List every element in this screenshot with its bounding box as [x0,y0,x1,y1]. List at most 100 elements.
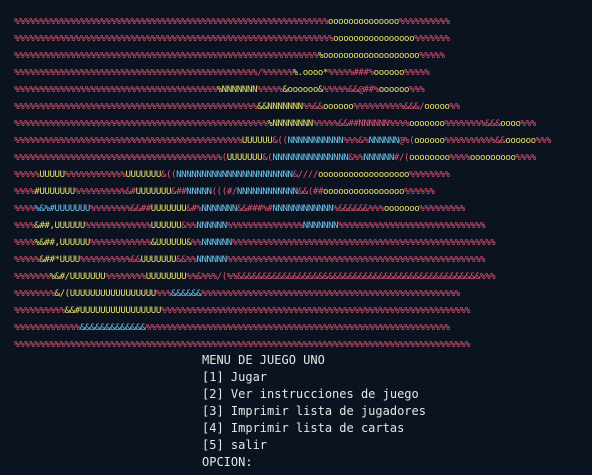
art-segment: %%%% [515,153,537,163]
art-segment: %%%%% [14,255,40,265]
art-line: %%%%%UUUUU%%%%%%%%%%%%UUUUUUU&((NNNNNNNN… [14,167,551,184]
art-segment: %%%%%%%%&&## [89,204,151,214]
art-segment: NNNNNNNNNNNNNNN [272,153,349,163]
art-segment: NNNNNNNNNNN [287,136,344,146]
art-segment: %%%%%%%%%%%%%%%%%%%%%%%%%%%%%%%%%%%%%%%% [14,85,217,95]
art-segment: %%%%%%%% [409,170,450,180]
art-line: %%%%&##,UUUUUU%%%%%%%%%%%%%UUUUUU&%%NNNN… [14,218,551,235]
art-segment: %&##,UUUUUU [34,238,90,248]
art-segment: %%%%%%%%%%%%%%%%%%%%%%%%%%%%%%%%%%%%%%%%… [14,153,227,163]
art-segment: UUUUU [39,170,65,180]
art-segment: %%%%%%%%%%%%%%%%%%%%%%%%%%%%%%%%%%%%%%%%… [14,119,268,129]
art-segment: %%%%%%%%%%%%%%%%%%%%%%%%%%%%%%%%%%%%%%%%… [231,238,496,248]
art-segment: NNNNNN [368,136,400,146]
art-segment: &(( [272,136,288,146]
art-segment: %%%%%%%% [105,272,146,282]
art-segment: %%%%%%%%%%&& [444,136,506,146]
art-segment: NNNNNN [196,221,227,231]
art-segment: &##*UUUU [39,255,80,265]
art-line: %%%%%%%%&/(UUUUUUUUUUUUUUUUU%%%&&&&&&%%%… [14,286,551,303]
art-segment: oooooooooooooooo [333,34,415,44]
menu-title: MENU DE JUEGO UNO [202,353,325,367]
art-segment: %%%%%&&##NNNNNN [312,119,389,129]
art-segment: %%%% [449,153,471,163]
art-segment: &/(UUUUUUUUUUUUUUUUU [54,289,157,299]
art-segment: %%%%%%%%% [419,204,465,214]
art-line: %%%%%%%%%%%%%%%%%%%%%%%%%%%%%%%%%%%%%%%%… [14,133,551,150]
art-segment: %%&& [302,102,324,112]
art-segment: oooooooooooooo [328,17,399,27]
art-segment: UUUUUUU [226,153,263,163]
art-segment: ooooooo [383,204,420,214]
art-line: %%%%%%%%%%%%%%%%%%%%%%%%%%%%%%%%%%%%%%%%… [14,65,551,82]
art-segment: &(( [160,170,177,180]
art-segment: UUUUUUUU [145,272,187,282]
art-segment: &&###%# [236,204,273,214]
art-segment: #UUUUUUU [34,187,75,197]
art-segment: &&(## [297,187,324,197]
art-segment: %%%%%###% [328,68,374,78]
art-segment: %%%%%%% [14,272,50,282]
art-segment: %%%%%%%%%%%%%%%%%%%%%%%%%%%%%%%%%%%%%%%%… [14,340,470,350]
art-segment: &&NNNNNNN [257,102,303,112]
art-segment: %%%%% [419,51,445,61]
art-segment: %.oooo* [292,68,329,78]
art-segment: NNNNN [186,187,212,197]
art-segment: oooooooooooooooooo [317,170,410,180]
art-segment: NNNNNNN [201,204,237,214]
art-segment: %%%%%% [404,187,435,197]
art-segment: %ooooooooooooooooooo [317,51,420,61]
art-line: %%%%%%%%%%%%%%%%%%%%%%%%%%%%%%%%%%%%%%%%… [14,82,551,99]
art-line: %%%%%%%%%%%%%&&&&&&&&&&&&&%%%%%%%%%%%%%%… [14,320,551,337]
art-line: %%%%%%%%%%%%%%%%%%%%%%%%%%%%%%%%%%%%%%%%… [14,99,551,116]
art-line: %%%%%%%%%%%%%%%%%%%%%%%%%%%%%%%%%%%%%%%%… [14,14,551,31]
art-segment: %%%%%%%%%%%%% [84,221,151,231]
art-segment: NNNNNNNNNNNN [272,204,334,214]
art-segment: %%%%% [14,170,40,180]
art-segment: %%%%%%%% [14,289,55,299]
art-line: %%%%%%%%&#/UUUUUUU%%%%%%%%UUUUUUUU%%&%%%… [14,269,551,286]
art-segment: %&&&&&&%%% [333,204,384,214]
art-segment: %%% [409,85,425,95]
art-segment: %NNNNNNN [216,85,258,95]
art-segment: %&%#UUUUUUU [34,204,90,214]
art-line: %%%%%%%%%%%%%%%%%%%%%%%%%%%%%%%%%%%%%%%%… [14,31,551,48]
option-prompt[interactable]: OPCION: [202,454,426,471]
ascii-art-banner: %%%%%%%%%%%%%%%%%%%%%%%%%%%%%%%%%%%%%%%%… [14,14,551,354]
art-segment: %%%%%%%%%%%%%%%%%%%%%%%%%%%%%%%%%%%%%%%%… [201,289,460,299]
art-segment: %%%%% [404,68,430,78]
art-segment: (((#/ [211,187,238,197]
art-segment: %%% [155,289,172,299]
terminal-window: %%%%%%%%%%%%%%%%%%%%%%%%%%%%%%%%%%%%%%%%… [0,0,592,475]
art-segment: %%%%% [257,85,283,95]
art-segment: %&#/UUUUUUU [49,272,106,282]
art-segment: &#% [186,204,202,214]
art-segment: &//// [292,170,319,180]
art-segment: oooo [500,119,521,129]
art-segment: %%%%%%% [414,34,450,44]
art-segment: NNNNNN [363,153,395,163]
art-segment: %%%% [14,221,35,231]
art-segment: %%%%%%%%%% [14,306,65,316]
art-segment: %%%%%%%%%%%%%%%%%%%%%%%%%%%%%%%%%%%%%%%%… [14,68,293,78]
art-segment: %NNNNNNNN [267,119,313,129]
art-segment: UUUUUUU [140,255,177,265]
art-segment: %%&%%%/(%%&&&&&&&&&&&&&&&&&&&&&&&&&&&&&&… [186,272,496,282]
art-segment: %%%% [14,187,35,197]
art-segment: UUUUUUU [125,170,161,180]
art-line: %%%%%&##*UUUU%%%%%%%%%%&&UUUUUUU&&%%NNNN… [14,252,551,269]
art-line: %%%%%%%%%%%%%%%%%%%%%%%%%%%%%%%%%%%%%%%%… [14,48,551,65]
art-segment: %%%%%%%%%%%%%%%%%%%%%%%%%%%%%%%%%%%%%%%%… [14,102,258,112]
menu-option-play: [1] Jugar [202,370,268,384]
art-line: %%%%%%%%%%%%%%%%%%%%%%%%%%%%%%%%%%%%%%%%… [14,116,551,133]
art-line: %%%%%%%%%%%%%%%%%%%%%%%%%%%%%%%%%%%%%%%%… [14,150,551,167]
art-segment: %%%%%%%%%%%% [89,238,151,248]
art-segment: ooooo [424,102,450,112]
art-line: %%%%%&##,UUUUUU%%%%%%%%%%%%&UUUUUU&%%NNN… [14,235,551,252]
art-segment: %%%%%%%%%%%%%%%%%%%%%%%%%%%%%%%%%%%%%%%%… [226,255,486,265]
art-segment: %%%% [14,238,35,248]
art-segment: %%%%%%%%%%%%%%% [226,221,303,231]
art-segment: %%%%%%%%%%%%%%%%%%%%%%%%%%%%%%%%%%%%%%%%… [14,51,318,61]
menu-option-players-list: [3] Imprimir lista de jugadores [202,404,426,418]
art-segment: %%%%%%%%%%%% [64,170,126,180]
